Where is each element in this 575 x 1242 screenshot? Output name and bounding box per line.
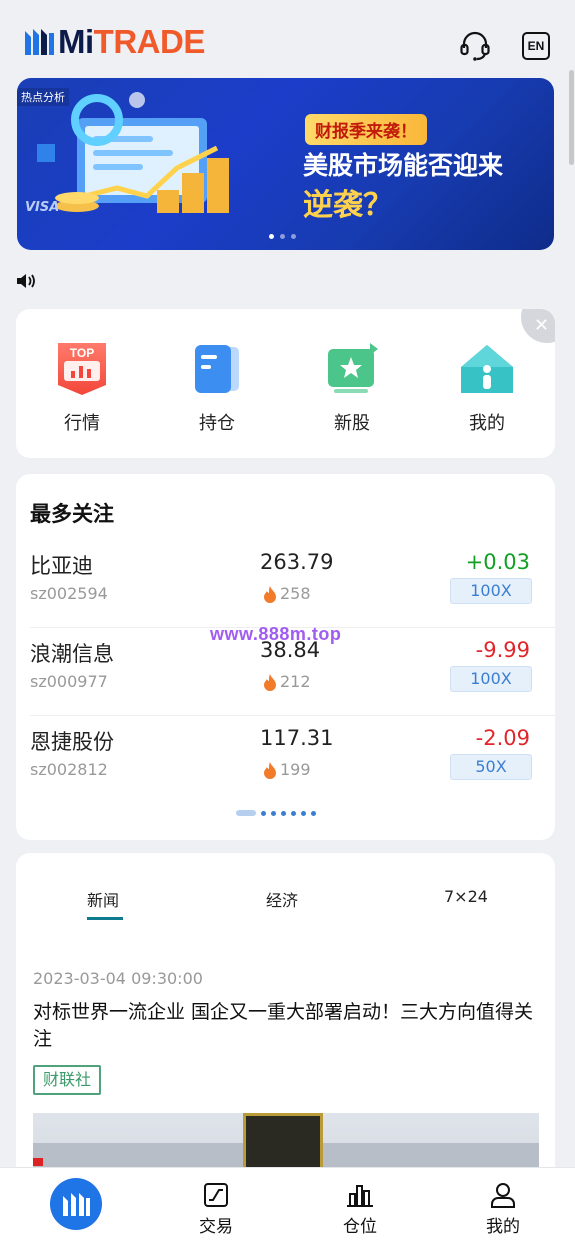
stock-change: +0.03: [465, 550, 530, 574]
banner-dot[interactable]: [280, 234, 285, 239]
shortcut-ipo[interactable]: 新股: [312, 341, 392, 435]
banner-visa-text: VISA: [25, 200, 60, 215]
nav-label: 我的: [486, 1217, 520, 1237]
pager-dot[interactable]: [311, 810, 316, 816]
banner-tag: 热点分析: [17, 88, 69, 106]
stock-pager[interactable]: [236, 810, 316, 816]
pager-dot[interactable]: [236, 810, 256, 816]
close-panel-button[interactable]: ✕: [521, 309, 555, 343]
shortcut-label: 行情: [64, 413, 100, 434]
tab-news[interactable]: 新闻: [87, 887, 119, 911]
shortcut-label: 新股: [334, 413, 370, 434]
pager-dot[interactable]: [291, 810, 296, 816]
banner-pill: 财报季来袭！: [305, 114, 427, 145]
watermark-text: www.888m.top: [210, 624, 342, 644]
customer-service-icon[interactable]: [457, 28, 493, 64]
shortcut-badge: TOP: [69, 346, 95, 360]
folder-icon: [189, 341, 245, 397]
news-timestamp: 2023-03-04 09:30:00: [33, 969, 203, 988]
most-watched-card: 最多关注 比亚迪 sz002594 263.79 258 +0.03 100X …: [16, 474, 556, 840]
nav-home-button[interactable]: [50, 1178, 102, 1230]
heat-count: 212: [280, 672, 311, 691]
close-icon: ✕: [534, 315, 550, 336]
fire-icon: [264, 673, 276, 691]
stock-name: 浪潮信息: [30, 642, 114, 666]
shortcut-holdings[interactable]: 持仓: [177, 341, 257, 435]
shortcut-panel: ✕ TOP 行情 持仓 新股 我的: [16, 309, 555, 458]
stock-heat: 212: [262, 672, 311, 691]
nav-positions[interactable]: 仓位: [310, 1168, 410, 1242]
user-icon: [491, 1183, 515, 1208]
shortcut-label: 持仓: [199, 413, 235, 434]
news-source-tag: 财联社: [33, 1065, 102, 1095]
leverage-badge[interactable]: 50X: [450, 754, 532, 780]
stock-change: -2.09: [475, 726, 530, 750]
promo-banner[interactable]: 热点分析 VISA 财报季来袭！ 美股市场能否迎来 逆袭？: [17, 78, 554, 250]
news-headline[interactable]: 对标世界一流企业 国企又一重大部署启动！三大方向值得关注: [33, 999, 543, 1053]
tv-star-icon: [324, 341, 380, 397]
home-logo-icon: [63, 1193, 90, 1216]
active-tab-indicator: [87, 917, 123, 920]
heat-count: 199: [280, 760, 311, 779]
top-chart-icon: TOP: [54, 341, 110, 397]
fire-icon: [264, 585, 276, 603]
banner-pagination[interactable]: [269, 234, 296, 239]
nav-label: 交易: [199, 1217, 233, 1237]
banner-headline-highlight: 逆袭？: [303, 188, 393, 223]
speaker-icon[interactable]: [16, 272, 38, 290]
nav-profile[interactable]: 我的: [453, 1168, 553, 1242]
mitrade-logo[interactable]: MiTRADE: [22, 22, 205, 62]
stock-code: sz002594: [30, 584, 108, 603]
shortcut-mine[interactable]: 我的: [447, 341, 527, 435]
heat-count: 258: [280, 584, 311, 603]
stock-name: 比亚迪: [30, 554, 93, 578]
brand-name: MiTRADE: [58, 23, 205, 60]
stock-change: -9.99: [475, 638, 530, 662]
stock-row[interactable]: 恩捷股份 sz002812 117.31 199 -2.09 50X: [30, 716, 542, 804]
banner-headline: 美股市场能否迎来: [303, 151, 504, 180]
stock-price: 263.79: [260, 550, 334, 574]
stock-code: sz000977: [30, 672, 108, 691]
tab-7x24[interactable]: 7×24: [444, 887, 488, 906]
page-scrollbar[interactable]: [569, 70, 574, 165]
bottom-nav: 交易 仓位 我的: [0, 1167, 575, 1242]
fire-icon: [264, 761, 276, 779]
app-header: MiTRADE EN: [0, 0, 575, 78]
leverage-badge[interactable]: 100X: [450, 578, 532, 604]
pager-dot[interactable]: [271, 810, 276, 816]
pager-dot[interactable]: [261, 810, 266, 816]
pager-dot[interactable]: [301, 810, 306, 816]
stock-row[interactable]: 比亚迪 sz002594 263.79 258 +0.03 100X: [30, 540, 556, 628]
banner-dot[interactable]: [291, 234, 296, 239]
section-title: 最多关注: [30, 502, 114, 526]
nav-trade[interactable]: 交易: [166, 1168, 266, 1242]
trade-chart-icon: [204, 1183, 228, 1207]
stock-price: 117.31: [260, 726, 334, 750]
bar-chart-icon: [347, 1185, 373, 1207]
stock-heat: 199: [262, 760, 311, 779]
banner-dot[interactable]: [269, 234, 274, 239]
stock-name: 恩捷股份: [30, 730, 114, 754]
logo-mark-icon: [25, 29, 54, 55]
home-icon: [459, 341, 515, 397]
pager-dot[interactable]: [281, 810, 286, 816]
shortcut-market[interactable]: TOP 行情: [42, 341, 122, 435]
nav-label: 仓位: [343, 1217, 377, 1237]
stock-code: sz002812: [30, 760, 108, 779]
shortcut-label: 我的: [469, 413, 505, 434]
language-label: EN: [522, 32, 550, 60]
leverage-badge[interactable]: 100X: [450, 666, 532, 692]
language-switch-button[interactable]: EN: [518, 28, 554, 64]
tab-economy[interactable]: 经济: [266, 887, 298, 911]
stock-heat: 258: [262, 584, 311, 603]
